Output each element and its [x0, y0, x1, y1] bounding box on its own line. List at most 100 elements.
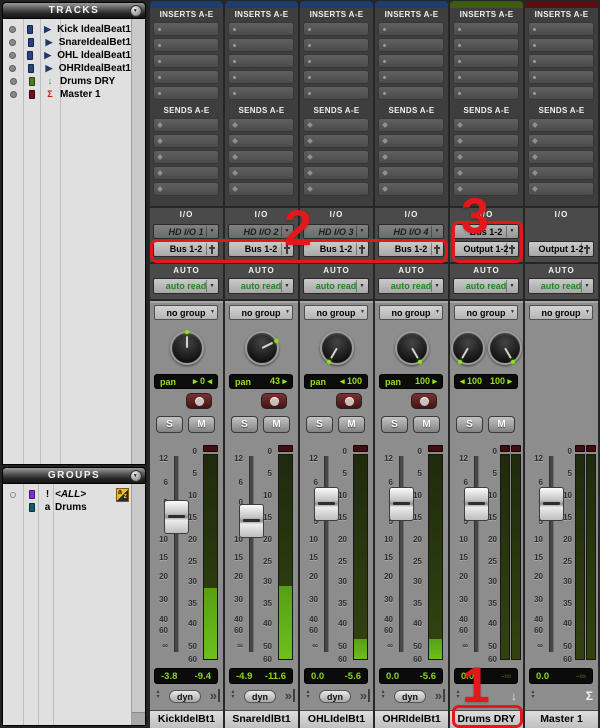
send-slot[interactable] — [453, 150, 519, 164]
volume-peak-display[interactable]: 0.0 -∞ — [529, 668, 593, 684]
volume-peak-display[interactable]: -4.9 -11.6 — [229, 668, 293, 684]
group-selector[interactable]: no group ▼ — [304, 305, 368, 320]
insert-slot[interactable] — [153, 38, 219, 52]
group-selector[interactable]: no group ▼ — [379, 305, 443, 320]
automation-mode-selector[interactable]: auto read ▼ — [453, 278, 519, 294]
fader-track[interactable] — [175, 456, 178, 652]
clip-indicator[interactable] — [203, 445, 218, 452]
pan-display[interactable]: pan ◂ 100 — [304, 374, 368, 389]
output-selector[interactable]: Output 1-2 — [453, 241, 519, 257]
send-slot[interactable] — [303, 182, 369, 196]
nudge-stepper[interactable]: ▴ ▾ — [378, 689, 388, 700]
track-color-cap[interactable] — [150, 1, 223, 8]
output-selector[interactable]: Bus 1-2 — [378, 241, 444, 257]
clip-indicator[interactable] — [278, 445, 293, 452]
send-slot[interactable] — [303, 134, 369, 148]
send-slot[interactable] — [378, 134, 444, 148]
insert-slot[interactable] — [453, 70, 519, 84]
send-slot[interactable] — [153, 134, 219, 148]
mute-button[interactable]: M — [188, 416, 215, 433]
send-slot[interactable] — [528, 150, 594, 164]
insert-slot[interactable] — [303, 86, 369, 100]
insert-slot[interactable] — [378, 22, 444, 36]
insert-slot[interactable] — [378, 70, 444, 84]
record-button[interactable] — [336, 393, 362, 409]
group-selector[interactable]: no group ▼ — [529, 305, 593, 320]
insert-slot[interactable] — [453, 86, 519, 100]
insert-slot[interactable] — [153, 54, 219, 68]
send-slot[interactable] — [228, 118, 294, 132]
double-arrow-icon[interactable]: » — [210, 689, 220, 702]
send-slot[interactable] — [228, 182, 294, 196]
automation-mode-selector[interactable]: auto read ▼ — [303, 278, 369, 294]
track-name[interactable]: OHRIdelBt1 — [375, 710, 448, 728]
insert-slot[interactable] — [153, 22, 219, 36]
send-slot[interactable] — [453, 118, 519, 132]
dyn-button[interactable]: dyn — [319, 690, 351, 703]
mute-button[interactable]: M — [338, 416, 365, 433]
send-slot[interactable] — [453, 182, 519, 196]
insert-slot[interactable] — [228, 22, 294, 36]
mute-button[interactable]: M — [263, 416, 290, 433]
clip-indicator[interactable] — [511, 445, 521, 452]
clip-indicator[interactable] — [500, 445, 510, 452]
insert-slot[interactable] — [303, 22, 369, 36]
output-selector[interactable]: Bus 1-2 — [153, 241, 219, 257]
insert-slot[interactable] — [378, 38, 444, 52]
pan-knob[interactable] — [394, 331, 429, 365]
insert-slot[interactable] — [453, 38, 519, 52]
nudge-stepper[interactable]: ▴ ▾ — [153, 689, 163, 700]
pan-display[interactable]: pan ▸ 0 ◂ — [154, 374, 218, 389]
track-color-cap[interactable] — [450, 1, 523, 8]
dyn-button[interactable]: dyn — [244, 690, 276, 703]
insert-slot[interactable] — [153, 70, 219, 84]
solo-button[interactable]: S — [381, 416, 408, 433]
record-button[interactable] — [186, 393, 212, 409]
solo-button[interactable]: S — [306, 416, 333, 433]
insert-slot[interactable] — [303, 38, 369, 52]
nudge-stepper[interactable]: ▴ ▾ — [528, 689, 538, 700]
pan-display[interactable]: pan 43 ▸ — [229, 374, 293, 389]
insert-slot[interactable] — [153, 86, 219, 100]
send-slot[interactable] — [228, 134, 294, 148]
output-selector[interactable]: Output 1-2 — [528, 241, 594, 257]
insert-slot[interactable] — [528, 54, 594, 68]
send-slot[interactable] — [378, 166, 444, 180]
insert-slot[interactable] — [378, 86, 444, 100]
input-selector[interactable]: Bus 1-2 ▼ — [453, 224, 519, 239]
insert-slot[interactable] — [303, 70, 369, 84]
automation-mode-selector[interactable]: auto read ▼ — [228, 278, 294, 294]
volume-peak-display[interactable]: 0.0 -∞ — [454, 668, 518, 684]
solo-button[interactable]: S — [156, 416, 183, 433]
input-selector[interactable]: HD I/O 4 ▼ — [378, 224, 444, 239]
record-button[interactable] — [261, 393, 287, 409]
insert-slot[interactable] — [228, 54, 294, 68]
track-name[interactable]: Drums DRY — [450, 710, 523, 728]
mute-button[interactable]: M — [488, 416, 515, 433]
fader-track[interactable] — [250, 456, 253, 652]
track-color-cap[interactable] — [375, 1, 448, 8]
send-slot[interactable] — [528, 166, 594, 180]
automation-mode-selector[interactable]: auto read ▼ — [153, 278, 219, 294]
dyn-button[interactable]: dyn — [394, 690, 426, 703]
output-selector[interactable]: Bus 1-2 — [303, 241, 369, 257]
track-name[interactable]: SnareIdlBt1 — [225, 710, 298, 728]
insert-slot[interactable] — [303, 54, 369, 68]
insert-slot[interactable] — [228, 70, 294, 84]
clip-indicator[interactable] — [586, 445, 596, 452]
fader-track[interactable] — [550, 456, 553, 652]
nudge-stepper[interactable]: ▴ ▾ — [453, 689, 463, 700]
send-slot[interactable] — [303, 150, 369, 164]
volume-peak-display[interactable]: 0.0 -5.6 — [304, 668, 368, 684]
group-selector[interactable]: no group ▼ — [229, 305, 293, 320]
insert-slot[interactable] — [528, 38, 594, 52]
group-selector[interactable]: no group ▼ — [454, 305, 518, 320]
input-monitor-arrow-icon[interactable]: ↓ — [511, 689, 517, 703]
double-arrow-icon[interactable]: » — [435, 689, 445, 702]
track-color-cap[interactable] — [300, 1, 373, 8]
track-name[interactable]: OHLIdelBt1 — [300, 710, 373, 728]
track-color-cap[interactable] — [525, 1, 598, 8]
clip-indicator[interactable] — [575, 445, 585, 452]
automation-mode-selector[interactable]: auto read ▼ — [528, 278, 594, 294]
send-slot[interactable] — [378, 182, 444, 196]
